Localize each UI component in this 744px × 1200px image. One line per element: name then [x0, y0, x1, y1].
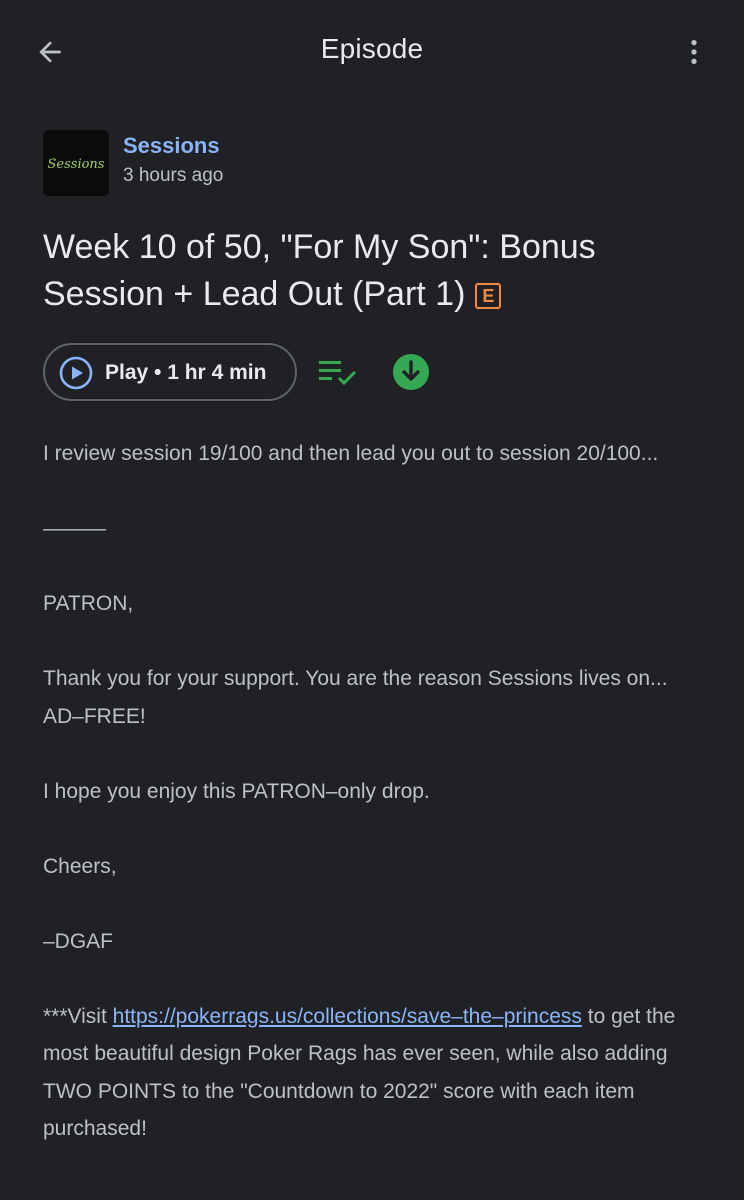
play-button[interactable]: Play • 1 hr 4 min	[43, 343, 297, 401]
description-paragraph: I hope you enjoy this PATRON–only drop.	[43, 779, 430, 803]
podcast-artwork[interactable]: Sessions	[43, 130, 109, 196]
description-paragraph: I review session 19/100 and then lead yo…	[43, 442, 659, 465]
description-paragraph: Thank you for your support. You are the …	[43, 667, 668, 728]
description-paragraph: PATRON,	[43, 592, 134, 615]
play-circle-icon	[59, 356, 93, 390]
description-paragraph: Cheers,	[43, 854, 117, 878]
episode-actions: Play • 1 hr 4 min	[43, 343, 703, 401]
description-text: ***Visit	[43, 1004, 113, 1028]
app-bar: Episode	[0, 0, 744, 102]
description-divider: ———	[43, 517, 106, 540]
description-paragraph: –DGAF	[43, 929, 114, 953]
episode-description: I review session 19/100 and then lead yo…	[43, 435, 708, 1185]
play-button-label: Play • 1 hr 4 min	[105, 361, 267, 384]
episode-title-text: Week 10 of 50, "For My Son": Bonus Sessi…	[43, 228, 596, 313]
more-vert-icon	[691, 40, 697, 64]
podcast-name-link[interactable]: Sessions	[123, 133, 220, 159]
publish-time: 3 hours ago	[123, 165, 224, 186]
podcast-info[interactable]: Sessions Sessions 3 hours ago	[43, 130, 693, 196]
downloaded-icon	[393, 354, 429, 390]
page-title: Episode	[320, 33, 424, 64]
playlist-added-icon	[319, 361, 357, 386]
more-options-button[interactable]	[670, 28, 718, 76]
queue-button[interactable]	[315, 350, 363, 394]
description-paragraph-with-link: ***Visit https://pokerrags.us/collection…	[43, 998, 708, 1148]
explicit-badge: E	[475, 283, 502, 309]
download-button[interactable]	[391, 352, 431, 392]
store-link[interactable]: https://pokerrags.us/collections/save–th…	[113, 1005, 582, 1028]
podcast-art-text: Sessions	[48, 157, 105, 172]
episode-title: Week 10 of 50, "For My Son": Bonus Sessi…	[43, 224, 703, 318]
